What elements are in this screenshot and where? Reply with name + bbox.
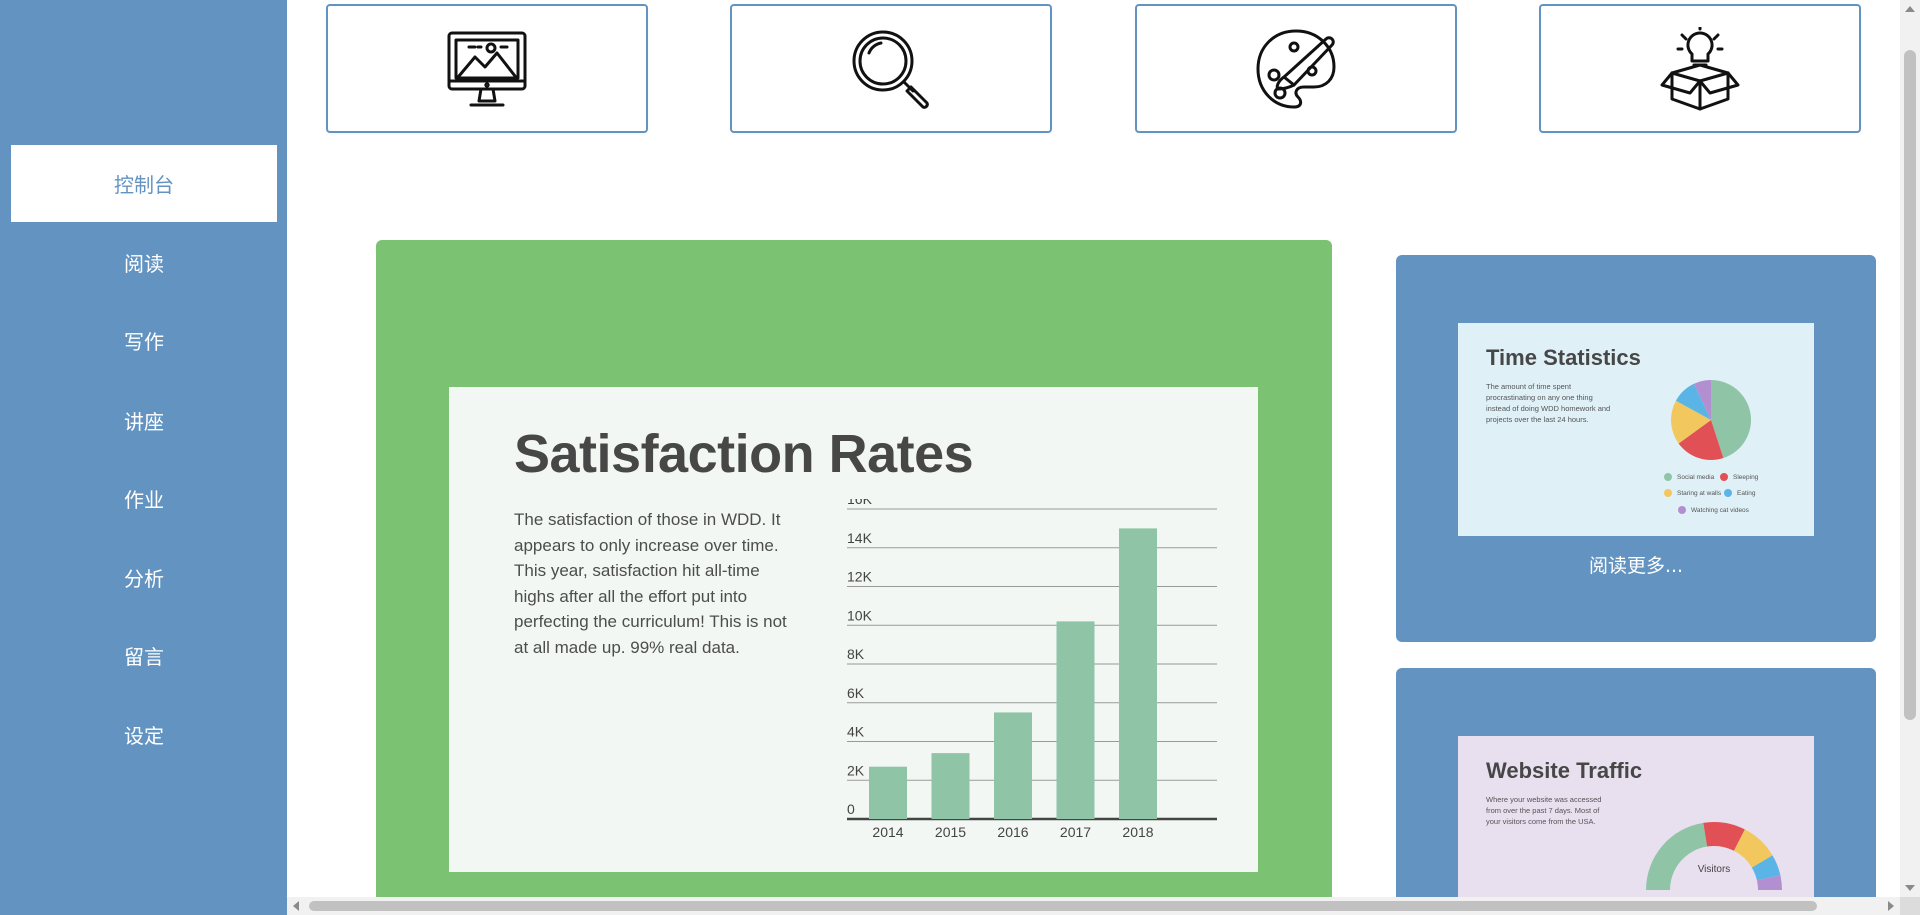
legend-swatch (1664, 473, 1672, 481)
sidebar-item-label: 留言 (124, 645, 164, 669)
y-tick-label: 10K (847, 607, 873, 623)
vertical-scroll-thumb[interactable] (1904, 50, 1916, 720)
bar (931, 753, 970, 819)
read-more-link[interactable]: 阅读更多... (1396, 551, 1876, 578)
y-tick-label: 14K (847, 530, 873, 546)
bar (1119, 528, 1157, 819)
legend-swatch (1720, 473, 1728, 481)
y-tick-label: 8K (847, 646, 865, 662)
legend-item: Social media (1664, 473, 1714, 481)
scroll-down-icon[interactable] (1905, 885, 1915, 891)
sidebar-item-label: 设定 (124, 724, 164, 748)
sidebar-item-dashboard[interactable]: 控制台 (11, 145, 277, 222)
sidebar-item-label: 写作 (124, 330, 164, 354)
y-tick-label: 0 (847, 801, 855, 817)
y-tick-label: 12K (847, 569, 873, 585)
legend-swatch (1724, 489, 1732, 497)
legend-item: Sleeping (1720, 473, 1758, 481)
x-tick-label: 2015 (935, 824, 966, 840)
x-tick-label: 2018 (1122, 824, 1153, 840)
sidebar: 控制台 阅读 写作 讲座 作业 分析 留言 设定 (0, 0, 287, 915)
sidebar-item-analytics[interactable]: 分析 (11, 539, 277, 616)
sidebar-item-label: 控制台 (114, 173, 174, 197)
sidebar-item-reading[interactable]: 阅读 (11, 224, 277, 301)
idea-box-icon (1660, 26, 1740, 110)
sidebar-item-label: 讲座 (124, 410, 164, 434)
y-tick-label: 2K (847, 762, 865, 778)
scroll-right-icon[interactable] (1888, 901, 1894, 911)
legend-item: Staring at walls (1664, 489, 1721, 497)
legend-label: Sleeping (1733, 473, 1759, 481)
time-pie-chart (1671, 380, 1751, 460)
time-statistics-card[interactable]: Time Statistics The amount of time spent… (1396, 255, 1876, 642)
legend-swatch (1678, 506, 1686, 514)
monitor-image-icon (447, 31, 527, 106)
scrollbar-corner (1900, 897, 1920, 915)
legend-label: Eating (1737, 489, 1756, 497)
legend-label: Staring at walls (1677, 489, 1722, 497)
website-traffic-card[interactable]: Website Traffic Where your website was a… (1396, 668, 1876, 915)
sidebar-item-label: 阅读 (124, 252, 164, 276)
palette-card-button[interactable] (1135, 4, 1457, 133)
legend-item: Eating (1724, 489, 1755, 497)
sidebar-item-label: 分析 (124, 567, 164, 591)
thumbnail-title: Time Statistics (1486, 345, 1641, 370)
x-tick-label: 2016 (997, 824, 1028, 840)
y-tick-label: 16K (847, 499, 873, 507)
legend-label: Social media (1677, 473, 1715, 481)
website-traffic-thumbnail[interactable]: Website Traffic Where your website was a… (1458, 736, 1814, 915)
y-tick-label: 4K (847, 724, 865, 740)
x-tick-label: 2014 (872, 824, 903, 840)
thumbnail-title: Website Traffic (1486, 758, 1643, 783)
scroll-left-icon[interactable] (293, 901, 299, 911)
horizontal-scroll-thumb[interactable] (309, 901, 1817, 911)
satisfaction-bar-chart: 0 2K 4K 6K 8K 10K 12K 14K 16K 2014 2015 2016 2017 201… (847, 499, 1217, 840)
legend-swatch (1664, 489, 1672, 497)
feature-card: Satisfaction Rates The satisfaction of t… (376, 240, 1332, 915)
palette-icon (1256, 29, 1336, 108)
sidebar-item-lectures[interactable]: 讲座 (11, 382, 277, 459)
vertical-scrollbar[interactable] (1900, 0, 1920, 897)
x-tick-label: 2017 (1060, 824, 1091, 840)
monitor-card-button[interactable] (326, 4, 648, 133)
horizontal-scrollbar[interactable] (287, 897, 1900, 915)
bar (869, 766, 907, 819)
thumbnail-description: The amount of time spent procrastinating… (1486, 382, 1611, 424)
traffic-gauge-chart (1646, 822, 1782, 890)
magnifier-icon (852, 30, 929, 109)
sidebar-item-writing[interactable]: 写作 (11, 302, 277, 379)
gauge-segment (1646, 822, 1708, 890)
y-tick-label: 6K (847, 685, 865, 701)
sidebar-item-settings[interactable]: 设定 (11, 696, 277, 773)
slide-title: Satisfaction Rates (514, 424, 974, 484)
satisfaction-slide: Satisfaction Rates The satisfaction of t… (449, 387, 1258, 872)
sidebar-item-label: 作业 (124, 488, 164, 512)
scroll-up-icon[interactable] (1905, 6, 1915, 12)
gauge-label: Visitors (1697, 864, 1731, 875)
search-card-button[interactable] (730, 4, 1052, 133)
thumbnail-description: Where your website was accessed from ove… (1486, 795, 1602, 826)
legend-label: Watching cat videos (1691, 506, 1749, 514)
bar (994, 712, 1032, 819)
slide-description: The satisfaction of those in WDD. It app… (514, 510, 787, 657)
bar (1056, 621, 1095, 819)
app-window: 控制台 阅读 写作 讲座 作业 分析 留言 设定 Satisfaction Ra… (0, 0, 1920, 915)
time-statistics-thumbnail[interactable]: Time Statistics The amount of time spent… (1458, 323, 1814, 536)
sidebar-item-homework[interactable]: 作业 (11, 460, 277, 537)
idea-card-button[interactable] (1539, 4, 1861, 133)
legend-item: Watching cat videos (1678, 506, 1749, 514)
sidebar-item-messages[interactable]: 留言 (11, 617, 277, 694)
